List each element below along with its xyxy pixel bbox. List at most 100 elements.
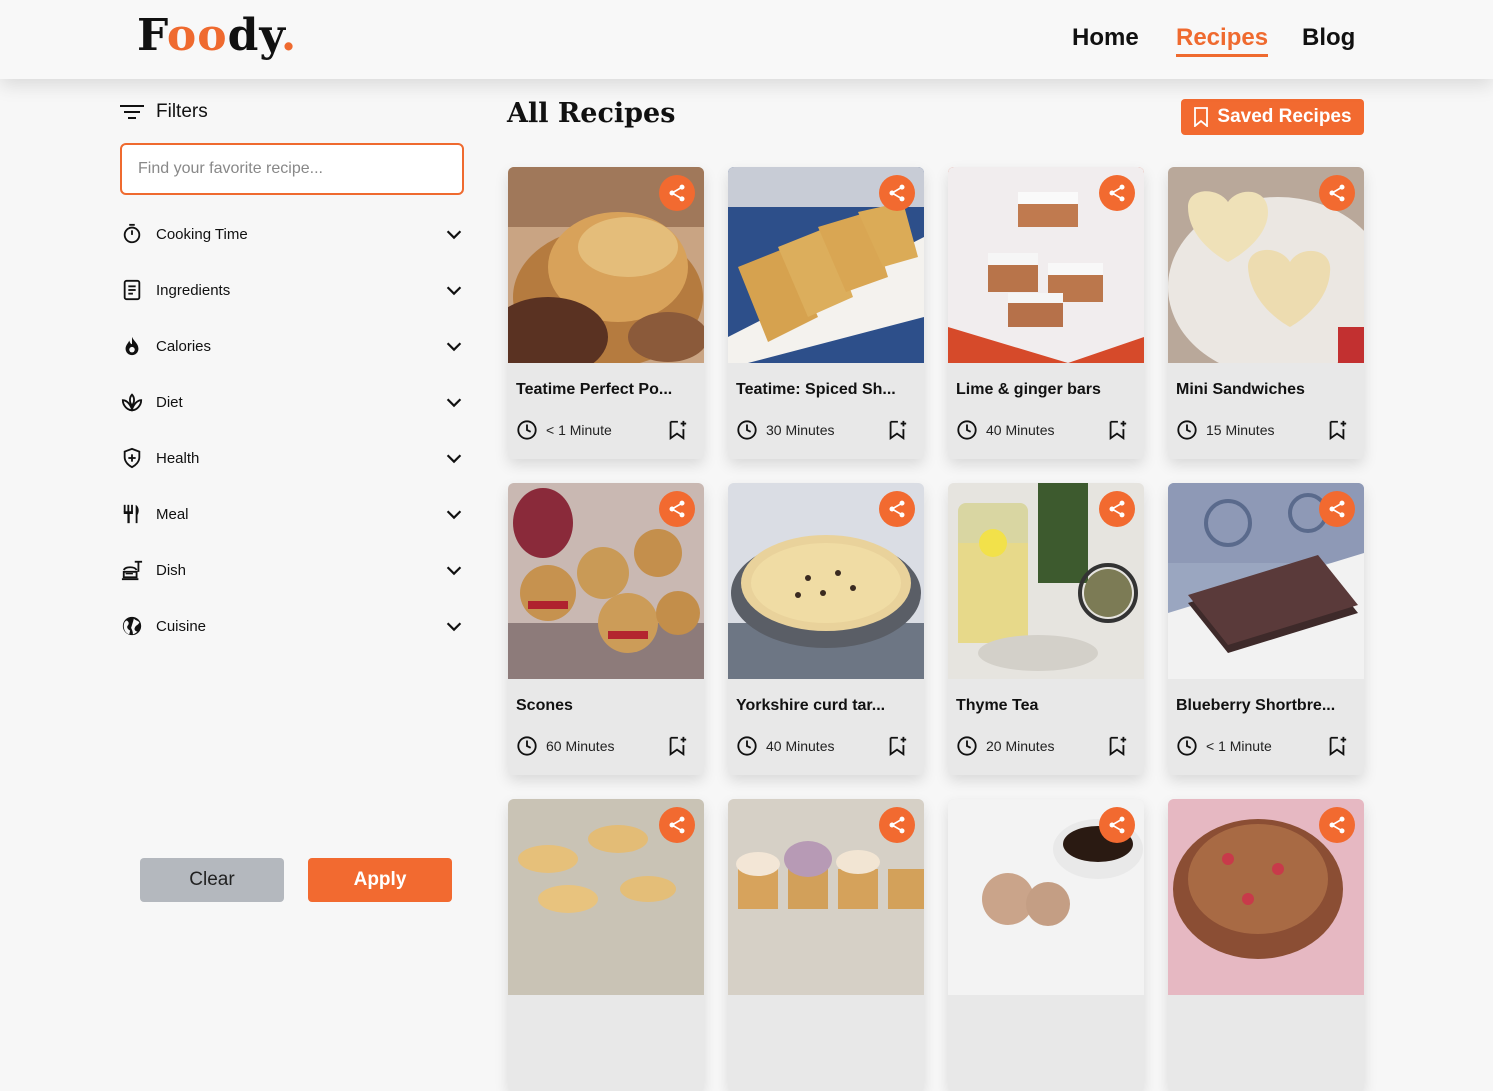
- clock-icon: [517, 736, 537, 756]
- bookmark-add-icon[interactable]: [666, 419, 688, 441]
- recipe-time-label: 15 Minutes: [1206, 422, 1275, 438]
- share-icon: [1109, 816, 1125, 834]
- share-button[interactable]: [879, 175, 915, 211]
- filter-calories[interactable]: Calories: [120, 331, 465, 361]
- share-icon: [889, 500, 905, 518]
- bookmark-add-icon[interactable]: [886, 735, 908, 757]
- nav-recipes[interactable]: Recipes: [1176, 24, 1269, 57]
- recipe-time-label: < 1 Minute: [546, 422, 612, 438]
- bookmark-add-icon[interactable]: [1106, 419, 1128, 441]
- chevron-down-icon[interactable]: [443, 503, 465, 525]
- foody-logo[interactable]: Foody.: [137, 10, 297, 61]
- share-button[interactable]: [1319, 807, 1355, 843]
- recipe-card[interactable]: [728, 799, 924, 1091]
- chevron-down-icon[interactable]: [443, 615, 465, 637]
- filter-diet[interactable]: Diet: [120, 387, 465, 417]
- recipe-time: 20 Minutes: [956, 735, 1054, 757]
- chevron-down-icon[interactable]: [443, 279, 465, 301]
- recipe-name: Scones: [516, 697, 573, 714]
- chevron-down-icon[interactable]: [443, 223, 465, 245]
- recipe-time: < 1 Minute: [516, 419, 612, 441]
- recipe-name: Teatime Perfect Po...: [516, 381, 673, 398]
- share-button[interactable]: [1099, 807, 1135, 843]
- share-button[interactable]: [879, 491, 915, 527]
- dish-icon: [120, 558, 144, 582]
- share-button[interactable]: [1099, 175, 1135, 211]
- share-button[interactable]: [879, 807, 915, 843]
- recipe-time-label: 60 Minutes: [546, 738, 615, 754]
- saved-recipes-button[interactable]: Saved Recipes: [1181, 99, 1364, 135]
- filter-dish[interactable]: Dish: [120, 555, 465, 585]
- flame-icon: [120, 334, 144, 358]
- filter-ingredients[interactable]: Ingredients: [120, 275, 465, 305]
- recipe-name: Teatime: Spiced Sh...: [736, 381, 896, 398]
- clock-icon: [737, 420, 757, 440]
- clock-icon: [737, 736, 757, 756]
- filters-title: Filters: [156, 101, 208, 122]
- filter-icon: [120, 105, 144, 119]
- bookmark-add-icon[interactable]: [886, 419, 908, 441]
- list-icon: [120, 278, 144, 302]
- recipe-name: Blueberry Shortbre...: [1176, 697, 1336, 714]
- recipe-time-label: 40 Minutes: [986, 422, 1055, 438]
- share-button[interactable]: [1319, 175, 1355, 211]
- bookmark-add-icon[interactable]: [1326, 419, 1348, 441]
- page-title: All Recipes: [507, 98, 676, 129]
- leaf-icon: [120, 390, 144, 414]
- filter-cuisine[interactable]: Cuisine: [120, 611, 465, 641]
- clock-icon: [1177, 420, 1197, 440]
- bookmark-icon: [1194, 107, 1209, 127]
- share-icon: [669, 184, 685, 202]
- bookmark-add-icon[interactable]: [1326, 735, 1348, 757]
- chevron-down-icon[interactable]: [443, 391, 465, 413]
- recipe-card[interactable]: Teatime Perfect Po... < 1 Minute: [508, 167, 704, 459]
- chevron-down-icon[interactable]: [443, 335, 465, 357]
- share-icon: [1329, 184, 1345, 202]
- clock-icon: [957, 736, 977, 756]
- filter-cooking-time[interactable]: Cooking Time: [120, 219, 465, 249]
- recipe-card[interactable]: Teatime: Spiced Sh... 30 Minutes: [728, 167, 924, 459]
- nav-blog[interactable]: Blog: [1302, 24, 1355, 52]
- recipe-name: Mini Sandwiches: [1176, 381, 1305, 398]
- share-button[interactable]: [659, 807, 695, 843]
- share-button[interactable]: [1319, 491, 1355, 527]
- recipe-card[interactable]: [508, 799, 704, 1091]
- recipe-card[interactable]: Scones 60 Minutes: [508, 483, 704, 775]
- recipe-card[interactable]: Lime & ginger bars 40 Minutes: [948, 167, 1144, 459]
- nav-home[interactable]: Home: [1072, 24, 1139, 52]
- share-icon: [1329, 816, 1345, 834]
- recipe-time-label: 20 Minutes: [986, 738, 1055, 754]
- recipe-card[interactable]: Mini Sandwiches 15 Minutes: [1168, 167, 1364, 459]
- chevron-down-icon[interactable]: [443, 447, 465, 469]
- bookmark-add-icon[interactable]: [1106, 735, 1128, 757]
- filter-label: Cooking Time: [156, 225, 248, 243]
- recipe-time: 40 Minutes: [736, 735, 834, 757]
- recipe-card[interactable]: Thyme Tea 20 Minutes: [948, 483, 1144, 775]
- top-navbar: Foody. Home Recipes Blog: [0, 0, 1493, 79]
- recipe-card[interactable]: Yorkshire curd tar... 40 Minutes: [728, 483, 924, 775]
- filter-label: Diet: [156, 393, 183, 411]
- recipe-card[interactable]: [948, 799, 1144, 1091]
- timer-icon: [120, 222, 144, 246]
- globe-icon: [120, 614, 144, 638]
- share-icon: [1109, 500, 1125, 518]
- recipe-name: Lime & ginger bars: [956, 381, 1101, 398]
- filter-health[interactable]: Health: [120, 443, 465, 473]
- saved-recipes-label: Saved Recipes: [1217, 106, 1352, 127]
- share-button[interactable]: [659, 491, 695, 527]
- filter-label: Dish: [156, 561, 187, 579]
- clear-button[interactable]: Clear: [140, 858, 284, 902]
- search-input[interactable]: [120, 143, 464, 195]
- recipe-card[interactable]: Blueberry Shortbre... < 1 Minute: [1168, 483, 1364, 775]
- share-button[interactable]: [659, 175, 695, 211]
- filter-meal[interactable]: Meal: [120, 499, 465, 529]
- cutlery-icon: [120, 502, 144, 526]
- recipe-card[interactable]: [1168, 799, 1364, 1091]
- recipe-time: < 1 Minute: [1176, 735, 1272, 757]
- share-button[interactable]: [1099, 491, 1135, 527]
- apply-button[interactable]: Apply: [308, 858, 452, 902]
- filter-label: Meal: [156, 505, 189, 523]
- shield-icon: [120, 446, 144, 470]
- chevron-down-icon[interactable]: [443, 559, 465, 581]
- bookmark-add-icon[interactable]: [666, 735, 688, 757]
